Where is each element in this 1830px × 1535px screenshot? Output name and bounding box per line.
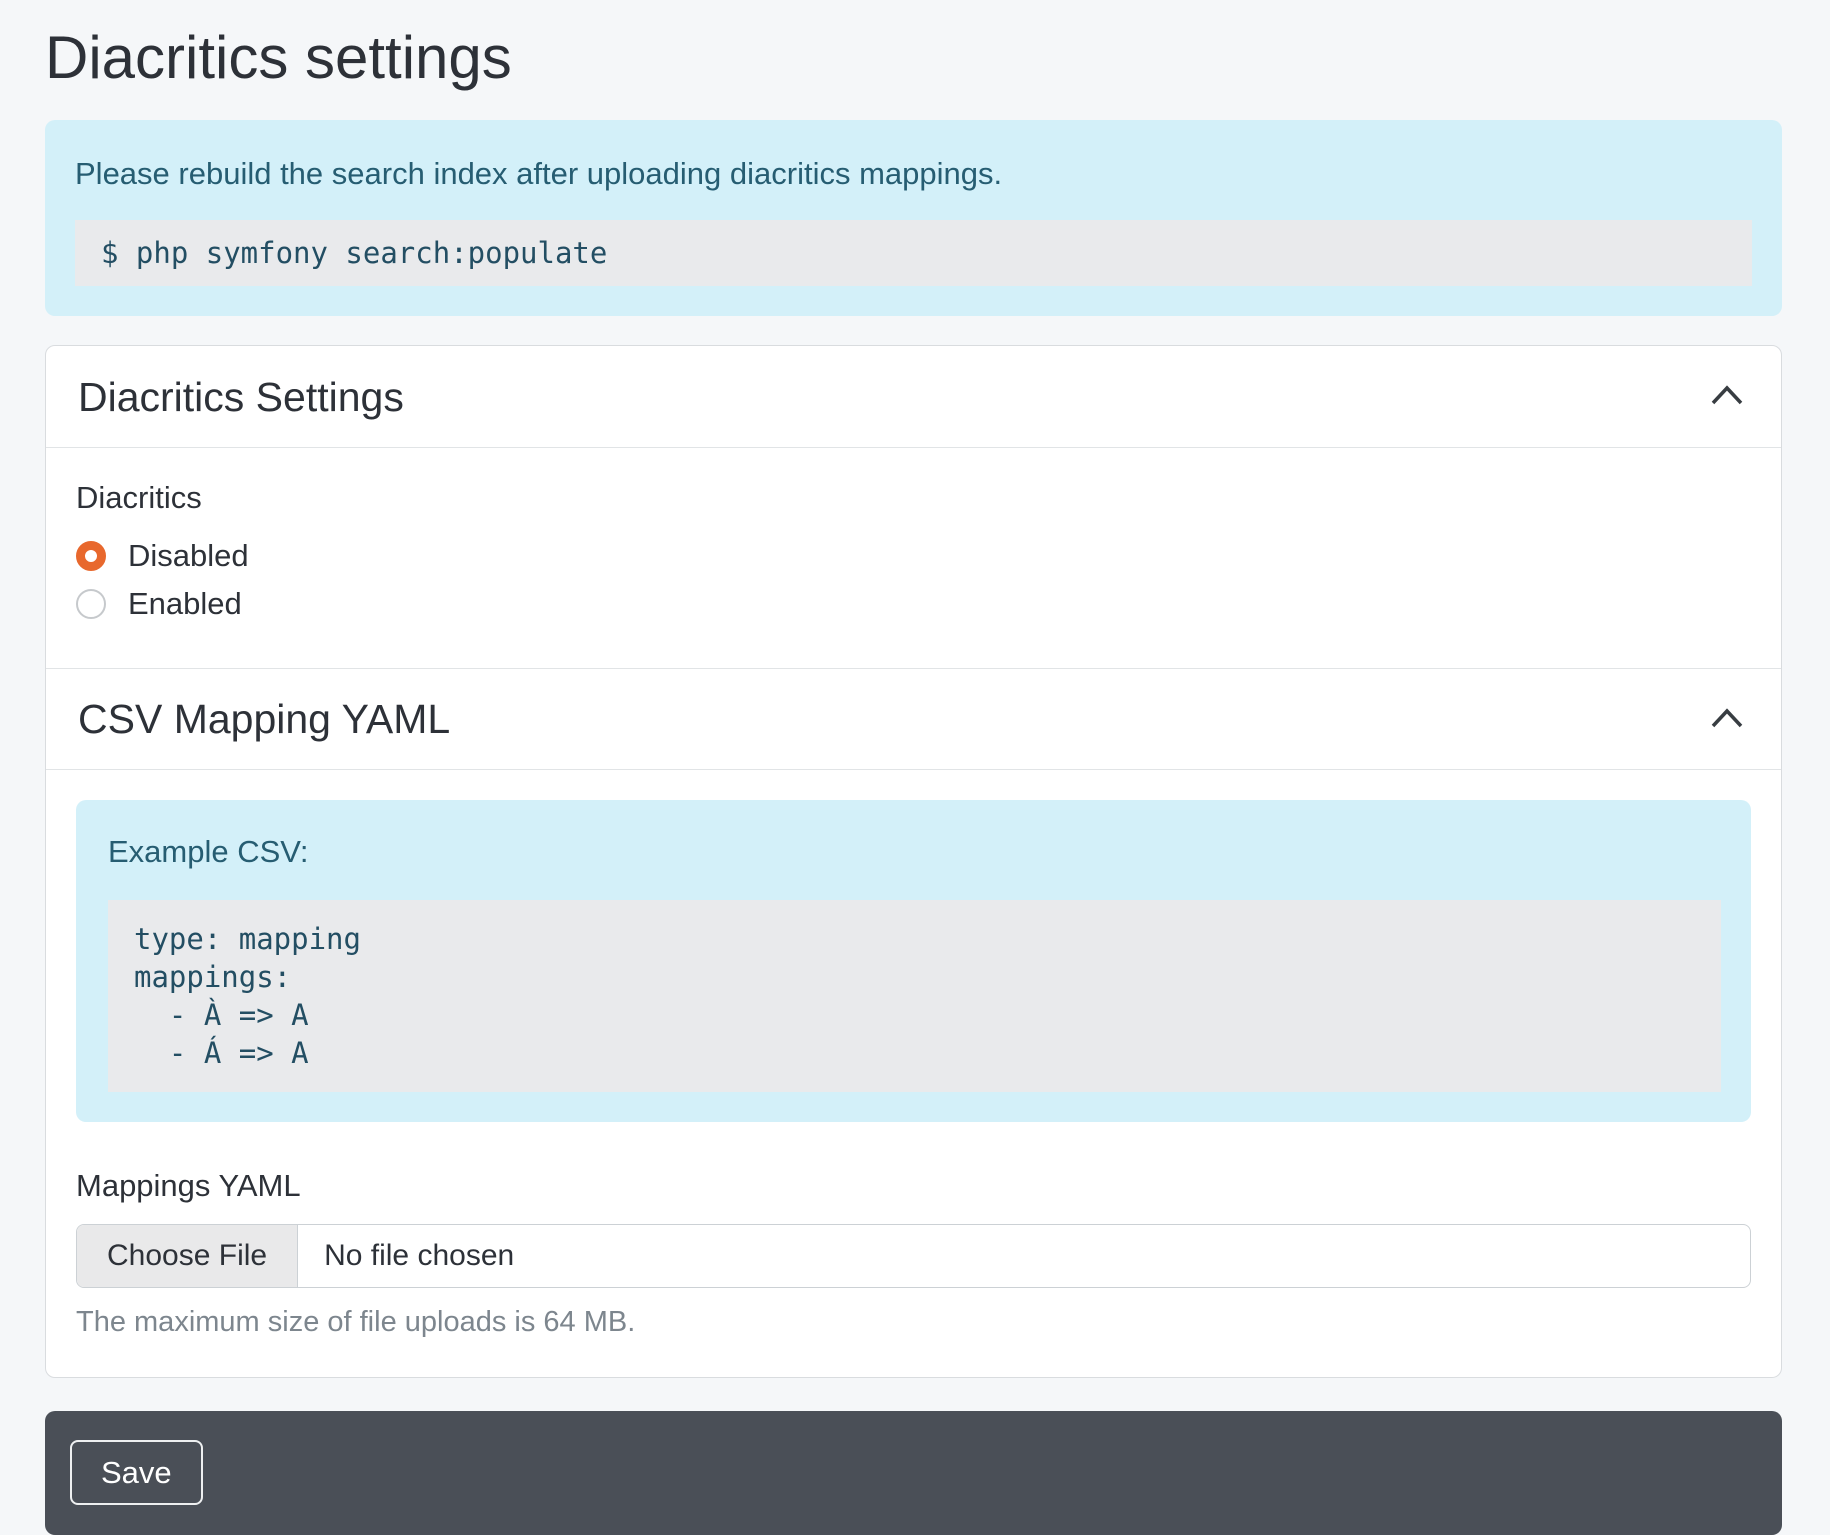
diacritics-settings-section-header: Diacritics Settings bbox=[46, 346, 1781, 447]
page-title: Diacritics settings bbox=[45, 22, 1782, 94]
chevron-up-icon bbox=[1705, 702, 1749, 737]
save-button[interactable]: Save bbox=[70, 1440, 203, 1505]
example-csv-code: type: mapping mappings: - À => A - Á => … bbox=[108, 900, 1721, 1092]
alert-message: Please rebuild the search index after up… bbox=[75, 154, 1752, 194]
rebuild-command-code: $ php symfony search:populate bbox=[75, 220, 1752, 286]
settings-card: Diacritics Settings Diacritics Disabled … bbox=[45, 345, 1782, 1378]
radio-option-enabled[interactable]: Enabled bbox=[76, 584, 1751, 624]
upload-size-help-text: The maximum size of file uploads is 64 M… bbox=[76, 1303, 1751, 1341]
mappings-yaml-label: Mappings YAML bbox=[76, 1166, 1751, 1206]
csv-mapping-section-header: CSV Mapping YAML bbox=[46, 668, 1781, 769]
diacritics-settings-collapse-toggle[interactable] bbox=[1705, 381, 1749, 413]
diacritics-settings-section-title: Diacritics Settings bbox=[78, 375, 404, 419]
chevron-up-icon bbox=[1705, 379, 1749, 414]
example-csv-box: Example CSV: type: mapping mappings: - À… bbox=[76, 800, 1751, 1122]
radio-enabled-unselected[interactable] bbox=[76, 589, 106, 619]
radio-disabled-label: Disabled bbox=[128, 538, 249, 574]
diacritics-radio-group: Diacritics Disabled Enabled bbox=[46, 447, 1781, 668]
csv-mapping-section-title: CSV Mapping YAML bbox=[78, 697, 450, 741]
csv-mapping-body: Example CSV: type: mapping mappings: - À… bbox=[46, 769, 1781, 1377]
csv-mapping-collapse-toggle[interactable] bbox=[1705, 703, 1749, 735]
radio-enabled-label: Enabled bbox=[128, 586, 242, 622]
choose-file-button[interactable]: Choose File bbox=[77, 1225, 298, 1287]
file-chosen-status: No file chosen bbox=[298, 1239, 514, 1273]
mappings-yaml-file-input[interactable]: Choose File No file chosen bbox=[76, 1224, 1751, 1288]
example-csv-label: Example CSV: bbox=[108, 832, 1721, 872]
form-actions-bar: Save bbox=[45, 1411, 1782, 1535]
rebuild-index-alert: Please rebuild the search index after up… bbox=[45, 120, 1782, 316]
radio-disabled-selected[interactable] bbox=[76, 541, 106, 571]
radio-option-disabled[interactable]: Disabled bbox=[76, 536, 1751, 576]
diacritics-settings-page: Diacritics settings Please rebuild the s… bbox=[45, 0, 1782, 1535]
diacritics-field-label: Diacritics bbox=[76, 478, 1751, 518]
